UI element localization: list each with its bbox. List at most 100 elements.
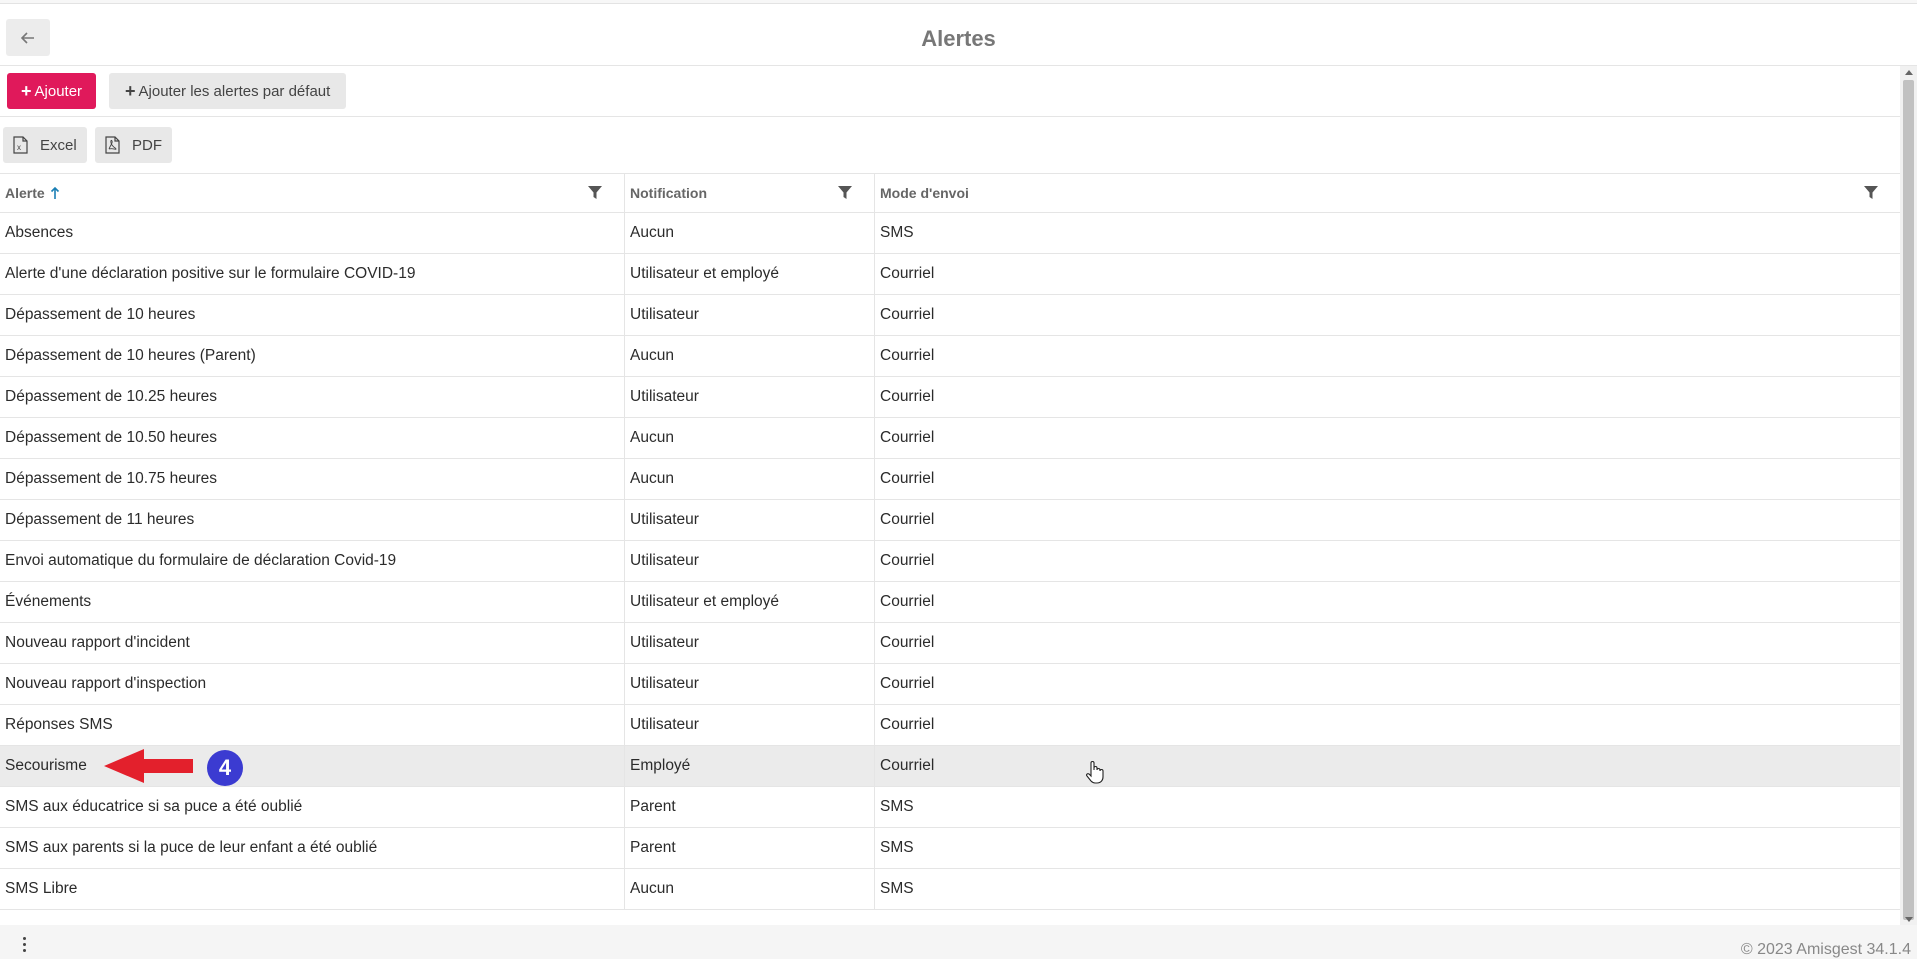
table-row[interactable]: Nouveau rapport d'incident Utilisateur Cou… (0, 623, 1900, 664)
cell-mode-envoi: Courriel (880, 716, 935, 733)
column-header-mode-envoi[interactable]: Mode d'envoi (875, 174, 1900, 212)
scroll-up-arrow-icon[interactable] (1900, 66, 1917, 78)
table-row[interactable]: Dépassement de 10 heures (Parent) Aucun Co… (0, 336, 1900, 377)
step-number-badge: 4 (207, 750, 243, 786)
column-header-label: Mode d'envoi (880, 185, 969, 201)
plus-icon: + (125, 81, 136, 101)
cell-alerte: SMS aux éducatrice si sa puce a été oubl… (0, 787, 625, 827)
column-header-notification[interactable]: Notification (625, 174, 875, 212)
cell-alerte: Alerte d'une déclaration positive sur le… (0, 254, 625, 294)
cell-alerte: SMS aux parents si la puce de leur enfan… (0, 828, 625, 868)
pdf-export-label: PDF (132, 136, 162, 154)
cell-mode-envoi: Courriel (880, 552, 935, 569)
table-body: Absences Aucun SMS Alerte d'une déclaration… (0, 213, 1900, 910)
column-header-label: Notification (630, 185, 707, 201)
cell-alerte: Événements (0, 582, 625, 622)
add-button-label: Ajouter (34, 82, 83, 100)
cell-notification: Parent (625, 828, 875, 868)
cell-notification: Utilisateur (625, 500, 875, 540)
cell-mode-envoi: Courriel (880, 511, 935, 528)
cell-mode-envoi: Courriel (880, 634, 935, 651)
page-header: Alertes (0, 4, 1917, 66)
export-toolbar: x Excel PDF (0, 117, 1900, 174)
table-row[interactable]: SMS aux parents si la puce de leur enfan… (0, 828, 1900, 869)
table-row[interactable]: Événements Utilisateur et employé Courriel (0, 582, 1900, 623)
sort-ascending-icon (50, 186, 59, 199)
cell-notification: Aucun (625, 459, 875, 499)
left-arrow-annotation-icon (104, 749, 193, 783)
table-row[interactable]: SMS aux éducatrice si sa puce a été oubl… (0, 787, 1900, 828)
cell-notification: Aucun (625, 213, 875, 253)
cell-notification: Utilisateur (625, 377, 875, 417)
cell-alerte: Absences (0, 213, 625, 253)
excel-file-icon: x (13, 136, 28, 154)
table-row[interactable]: Dépassement de 10.75 heures Aucun Courriel (0, 459, 1900, 500)
cell-alerte: Nouveau rapport d'incident (0, 623, 625, 663)
table-row[interactable]: Absences Aucun SMS (0, 213, 1900, 254)
cell-alerte: Réponses SMS (0, 705, 625, 745)
cell-mode-envoi: Courriel (880, 388, 935, 405)
cell-alerte: Secourisme (0, 746, 625, 786)
cell-alerte: Nouveau rapport d'inspection (0, 664, 625, 704)
cell-notification: Utilisateur (625, 295, 875, 335)
filter-icon[interactable] (1864, 186, 1878, 200)
hand-pointer-cursor-icon (1086, 761, 1104, 784)
page-footer: © 2023 Amisgest 34.1.4 (0, 925, 1917, 959)
cell-alerte: SMS Libre (0, 869, 625, 909)
cell-mode-envoi: Courriel (880, 757, 935, 774)
cell-mode-envoi: Courriel (880, 675, 935, 692)
cell-notification: Utilisateur (625, 705, 875, 745)
excel-export-button[interactable]: x Excel (3, 127, 87, 163)
table-row[interactable]: Dépassement de 10.50 heures Aucun Courriel (0, 418, 1900, 459)
more-options-icon[interactable] (22, 937, 28, 955)
cell-alerte: Dépassement de 10.25 heures (0, 377, 625, 417)
table-row[interactable]: Alerte d'une déclaration positive sur le… (0, 254, 1900, 295)
cell-alerte: Dépassement de 11 heures (0, 500, 625, 540)
cell-mode-envoi: Courriel (880, 347, 935, 364)
cell-alerte: Dépassement de 10 heures (Parent) (0, 336, 625, 376)
cell-alerte: Envoi automatique du formulaire de décla… (0, 541, 625, 581)
cell-mode-envoi: SMS (880, 224, 914, 241)
add-button[interactable]: + Ajouter (7, 73, 97, 109)
cell-notification: Employé (625, 746, 875, 786)
cell-mode-envoi: SMS (880, 798, 914, 815)
cell-notification: Utilisateur (625, 664, 875, 704)
cell-notification: Utilisateur et employé (625, 582, 875, 622)
table-row[interactable]: Nouveau rapport d'inspection Utilisateur C… (0, 664, 1900, 705)
pdf-file-icon (105, 136, 120, 154)
scroll-down-arrow-icon[interactable] (1900, 913, 1917, 925)
table-row[interactable]: Réponses SMS Utilisateur Courriel (0, 705, 1900, 746)
cell-mode-envoi: Courriel (880, 306, 935, 323)
table-row[interactable]: Secourisme Employé Courriel (0, 746, 1900, 787)
pdf-export-button[interactable]: PDF (95, 127, 172, 163)
table-row[interactable]: Dépassement de 10 heures Utilisateur Courr… (0, 295, 1900, 336)
table-row[interactable]: Dépassement de 11 heures Utilisateur Courr… (0, 500, 1900, 541)
vertical-scrollbar[interactable] (1900, 66, 1917, 925)
cell-mode-envoi: Courriel (880, 470, 935, 487)
cell-notification: Aucun (625, 418, 875, 458)
cell-mode-envoi: Courriel (880, 429, 935, 446)
table-row[interactable]: Envoi automatique du formulaire de décla… (0, 541, 1900, 582)
cell-notification: Parent (625, 787, 875, 827)
column-header-label: Alerte (5, 185, 45, 201)
cell-notification: Utilisateur et employé (625, 254, 875, 294)
page-title: Alertes (921, 26, 996, 51)
add-default-alerts-button[interactable]: + Ajouter les alertes par défaut (109, 73, 347, 109)
copyright-text: © 2023 Amisgest 34.1.4 (1740, 941, 1911, 958)
table-row[interactable]: Dépassement de 10.25 heures Utilisateur Co… (0, 377, 1900, 418)
column-header-alerte[interactable]: Alerte (0, 174, 625, 212)
scrollbar-thumb[interactable] (1903, 80, 1914, 920)
filter-icon[interactable] (588, 186, 602, 200)
table-header: Alerte Notification Mode d'envoi (0, 174, 1900, 213)
cell-mode-envoi: SMS (880, 839, 914, 856)
filter-icon[interactable] (838, 186, 852, 200)
table-row[interactable]: SMS Libre Aucun SMS (0, 869, 1900, 910)
cell-mode-envoi: SMS (880, 880, 914, 897)
action-toolbar: + Ajouter + Ajouter les alertes par défa… (0, 66, 1900, 117)
cell-alerte: Dépassement de 10.50 heures (0, 418, 625, 458)
alerts-table: Alerte Notification Mode d'envoi Absence… (0, 174, 1900, 922)
plus-icon: + (21, 81, 32, 101)
excel-export-label: Excel (40, 136, 77, 154)
cell-alerte: Dépassement de 10 heures (0, 295, 625, 335)
cell-mode-envoi: Courriel (880, 265, 935, 282)
